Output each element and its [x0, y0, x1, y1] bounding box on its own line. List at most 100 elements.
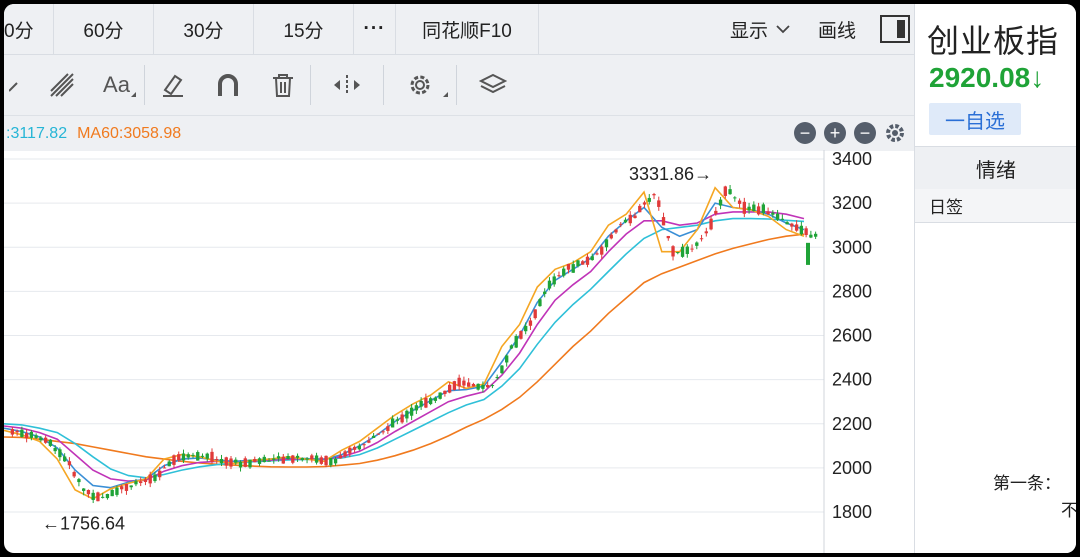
trash-icon[interactable] — [255, 65, 311, 105]
candle-body — [433, 397, 438, 401]
candle-body — [462, 380, 466, 386]
fork-icon[interactable] — [34, 65, 89, 105]
candle-body — [310, 455, 314, 460]
subtab-daily[interactable]: 日签 — [915, 189, 1076, 223]
low-annotation: ←1756.64 — [42, 514, 125, 534]
candle-body — [82, 488, 86, 491]
candle-body — [614, 229, 618, 233]
tab-f10[interactable]: 同花顺F10 — [396, 4, 539, 54]
candle-body — [153, 474, 157, 482]
settings-icon[interactable] — [384, 65, 457, 105]
candle-body — [557, 275, 561, 277]
period-tab-bar: 0分 60分 30分 15分 ··· 同花顺F10 显示 画线 — [4, 4, 914, 55]
candle-body — [229, 458, 233, 467]
chart-settings-icon[interactable] — [884, 122, 906, 144]
candle-body — [552, 276, 556, 285]
candle-body — [105, 493, 110, 499]
candle-body — [438, 392, 442, 399]
zoom-in-icon[interactable]: + — [824, 122, 846, 144]
tab-60min[interactable]: 60分 — [54, 4, 154, 54]
candle-body — [699, 238, 704, 240]
candle-body — [514, 336, 518, 348]
candle-body — [400, 414, 404, 423]
candle-body — [29, 431, 34, 438]
truncated-text: 不 — [1061, 501, 1076, 520]
candle-body — [357, 445, 362, 450]
candle-body — [685, 246, 689, 254]
tab-15min[interactable]: 15分 — [254, 4, 354, 54]
y-tick-label: 2600 — [832, 326, 872, 346]
candle-body — [314, 455, 319, 463]
candle-body — [124, 484, 129, 491]
partial-tool-icon[interactable] — [4, 65, 34, 105]
candle-body — [139, 481, 143, 484]
candle-body — [666, 235, 670, 239]
candle-body — [581, 261, 585, 265]
candle-body — [490, 385, 495, 387]
candle-body — [737, 200, 742, 204]
tab-period-0[interactable]: 0分 — [4, 4, 54, 54]
candle-body — [196, 452, 200, 461]
minus-icon[interactable]: − — [854, 122, 876, 144]
candle-body — [200, 455, 205, 457]
candle-body — [771, 212, 775, 215]
candle-body — [177, 454, 181, 461]
text-aa-icon[interactable]: Aa — [89, 65, 145, 105]
candle-body — [752, 204, 756, 211]
ma30-line — [4, 217, 805, 479]
layers-icon[interactable] — [457, 65, 529, 105]
add-favorite-button[interactable]: 一自选 — [929, 103, 1021, 135]
candle-body — [20, 429, 24, 437]
draw-line-button[interactable]: 画线 — [804, 16, 870, 43]
candle-body — [362, 444, 366, 446]
candle-body — [566, 263, 571, 270]
y-tick-label: 2400 — [832, 370, 872, 390]
candle-body — [723, 186, 727, 196]
candle-body — [96, 492, 100, 502]
candle-body — [115, 487, 119, 495]
candle-body — [424, 398, 428, 408]
candle-body — [238, 461, 243, 468]
candle-body — [371, 435, 376, 438]
candle-body — [704, 231, 708, 234]
candle-body — [253, 459, 257, 463]
tabbar-right: 显示 画线 — [716, 4, 914, 54]
candle-body — [352, 446, 357, 450]
ma60-line — [4, 233, 805, 468]
candle-body — [747, 206, 751, 211]
move-icon[interactable] — [311, 65, 384, 105]
zoom-out-icon[interactable]: − — [794, 122, 816, 144]
candle-body — [91, 492, 95, 500]
candle-body — [600, 246, 604, 255]
candle-body — [718, 199, 723, 206]
candle-body — [34, 435, 38, 438]
candle-body — [466, 382, 471, 387]
candle-body — [72, 472, 76, 477]
ma-legend-row: :3117.82 MA60:3058.98 − + − — [4, 115, 914, 151]
candle-body — [742, 201, 746, 214]
candle-body — [381, 431, 385, 433]
candle-body — [243, 458, 247, 467]
more-tabs-button[interactable]: ··· — [354, 4, 396, 54]
candle-body — [210, 451, 214, 462]
candle-body — [67, 461, 72, 466]
magnet-icon[interactable] — [200, 65, 255, 105]
candle-body — [505, 355, 509, 363]
panel-toggle-icon[interactable] — [880, 15, 910, 43]
candle-body — [205, 453, 209, 459]
candle-body — [134, 481, 138, 485]
candle-body — [43, 437, 48, 443]
y-tick-label: 2200 — [832, 414, 872, 434]
candle-body — [728, 189, 732, 195]
tab-sentiment[interactable]: 情绪 — [915, 146, 1076, 190]
eraser-icon[interactable] — [145, 65, 200, 105]
candle-body — [295, 455, 300, 458]
candle-body — [262, 456, 266, 463]
candle-body — [148, 474, 152, 484]
y-tick-label: 3200 — [832, 193, 872, 213]
kline-chart[interactable]: 3400 3200 3000 2800 2600 2400 2200 2000 1800 3331… — [4, 150, 914, 553]
tab-30min[interactable]: 30分 — [154, 4, 254, 54]
candle-body — [286, 455, 290, 460]
y-tick-label: 3400 — [832, 150, 872, 169]
display-dropdown[interactable]: 显示 — [716, 16, 804, 43]
